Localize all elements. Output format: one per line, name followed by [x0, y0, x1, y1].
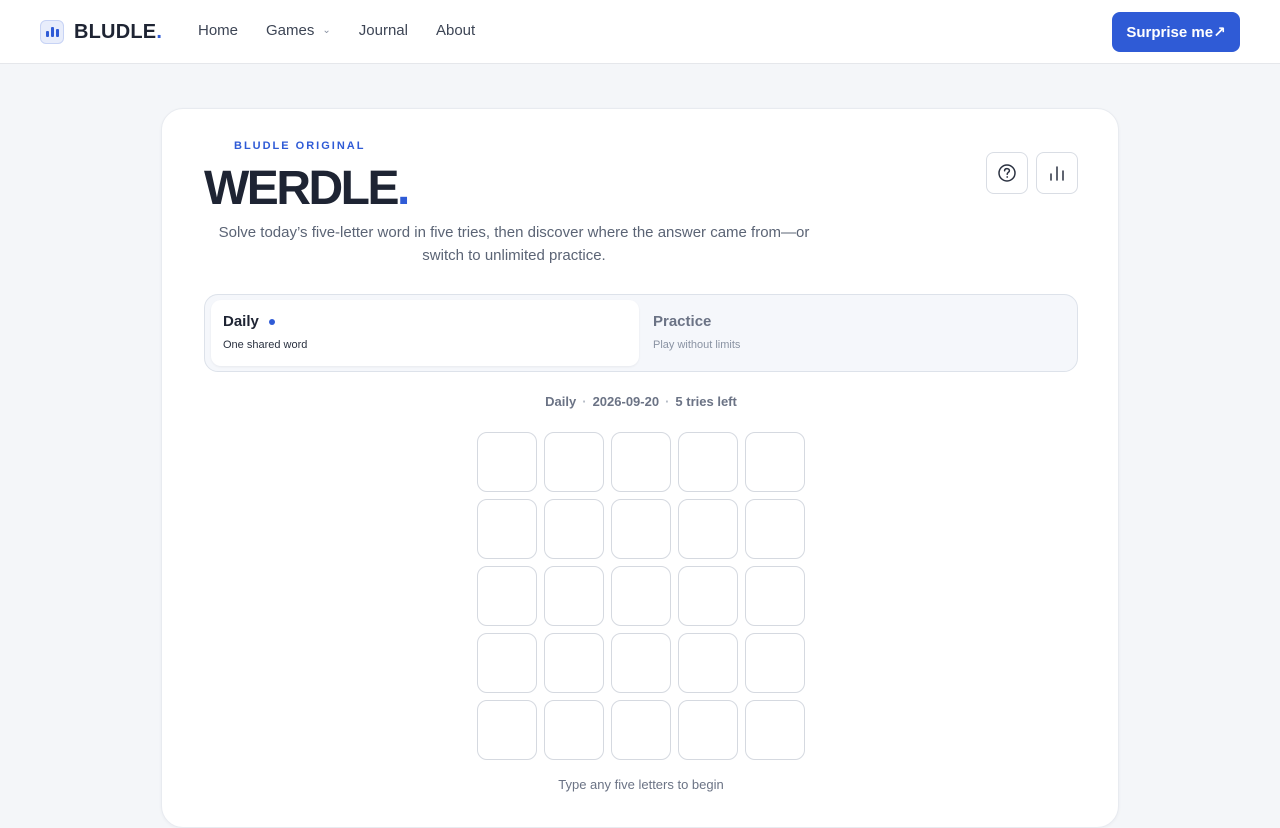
letter-tile: [477, 566, 537, 626]
game-subtitle: Solve today’s five-letter word in five t…: [218, 224, 810, 264]
mode-switch: Daily One shared word Practice Play with…: [204, 294, 1078, 372]
letter-tile: [611, 499, 671, 559]
bar-chart-icon: [40, 20, 64, 44]
game-card: BLUDLE ORIGINAL WERDLE. Solve today’s fi…: [161, 108, 1119, 828]
stats-button[interactable]: [1036, 152, 1078, 194]
letter-tile: [678, 499, 738, 559]
letter-tile: [678, 566, 738, 626]
letter-tile: [745, 633, 805, 693]
bar-chart-icon: [1050, 166, 1064, 181]
question-circle-icon: [998, 164, 1016, 182]
nav-about[interactable]: About: [436, 22, 475, 39]
mode-daily[interactable]: Daily One shared word: [211, 300, 639, 366]
top-navigation-bar: BLUDLE. Home Games ⌄ Journal About Surpri…: [0, 0, 1280, 64]
nav-journal[interactable]: Journal: [359, 22, 408, 39]
letter-tile: [611, 566, 671, 626]
brand-name: BLUDLE.: [74, 20, 163, 43]
mode-daily-title: Daily: [223, 313, 259, 330]
game-status: Daily · 2026-09-20 · 5 tries left: [545, 394, 737, 409]
nav-home[interactable]: Home: [198, 22, 238, 39]
letter-tile: [611, 700, 671, 760]
letter-tile: [678, 633, 738, 693]
letter-tile: [611, 432, 671, 492]
mode-practice-title: Practice: [653, 313, 712, 330]
mode-practice[interactable]: Practice Play without limits: [641, 300, 1069, 366]
letter-grid[interactable]: [477, 432, 805, 760]
active-dot: [268, 318, 275, 325]
letter-tile: [611, 633, 671, 693]
letter-tile: [544, 700, 604, 760]
letter-tile: [477, 633, 537, 693]
input-hint: Type any five letters to begin: [558, 777, 724, 792]
chevron-down-icon: ⌄: [322, 25, 331, 36]
mode-daily-subtitle: One shared word: [223, 339, 308, 351]
letter-tile: [678, 700, 738, 760]
status-mode: Daily: [545, 394, 577, 409]
brand-logo[interactable]: BLUDLE.: [40, 19, 162, 45]
letter-tile: [544, 633, 604, 693]
game-title: WERDLE.: [204, 162, 410, 215]
letter-tile: [745, 432, 805, 492]
letter-tile: [477, 499, 537, 559]
status-tries: 5 tries left: [675, 394, 737, 409]
letter-tile: [477, 700, 537, 760]
game-eyebrow: BLUDLE ORIGINAL: [234, 140, 366, 152]
letter-tile: [678, 432, 738, 492]
nav-games[interactable]: Games ⌄: [266, 22, 331, 39]
surprise-me-button[interactable]: Surprise me↗: [1112, 12, 1240, 52]
letter-tile: [477, 432, 537, 492]
letter-tile: [745, 700, 805, 760]
letter-tile: [544, 499, 604, 559]
main-nav: Home Games ⌄ Journal About: [198, 22, 503, 39]
letter-tile: [745, 499, 805, 559]
status-date: 2026-09-20: [592, 394, 660, 409]
letter-tile: [544, 432, 604, 492]
help-button[interactable]: [986, 152, 1028, 194]
letter-tile: [544, 566, 604, 626]
letter-tile: [745, 566, 805, 626]
mode-practice-subtitle: Play without limits: [653, 339, 741, 351]
